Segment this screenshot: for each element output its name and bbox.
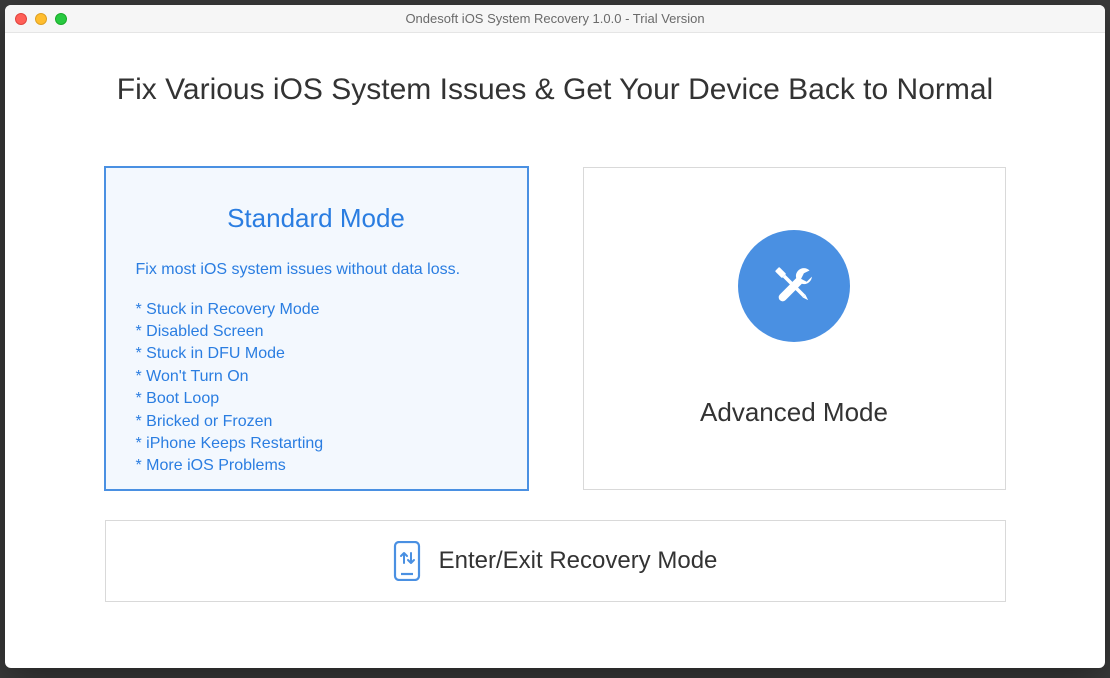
tools-icon bbox=[738, 230, 850, 342]
mode-cards-row: Standard Mode Fix most iOS system issues… bbox=[65, 167, 1045, 490]
advanced-mode-card[interactable]: Advanced Mode bbox=[583, 167, 1006, 490]
list-item: * Stuck in DFU Mode bbox=[136, 343, 497, 365]
standard-mode-card[interactable]: Standard Mode Fix most iOS system issues… bbox=[105, 167, 528, 490]
list-item: * Stuck in Recovery Mode bbox=[136, 299, 497, 321]
recovery-mode-button[interactable]: Enter/Exit Recovery Mode bbox=[105, 520, 1006, 602]
list-item: * More iOS Problems bbox=[136, 455, 497, 477]
page-title: Fix Various iOS System Issues & Get Your… bbox=[65, 73, 1045, 107]
traffic-lights bbox=[15, 13, 67, 25]
list-item: * Bricked or Frozen bbox=[136, 411, 497, 433]
main-content: Fix Various iOS System Issues & Get Your… bbox=[5, 33, 1105, 632]
phone-arrows-icon bbox=[393, 541, 421, 581]
standard-mode-description: Fix most iOS system issues without data … bbox=[136, 259, 497, 281]
minimize-button[interactable] bbox=[35, 13, 47, 25]
list-item: * Disabled Screen bbox=[136, 321, 497, 343]
advanced-mode-title: Advanced Mode bbox=[700, 397, 888, 428]
zoom-button[interactable] bbox=[55, 13, 67, 25]
list-item: * Won't Turn On bbox=[136, 366, 497, 388]
list-item: * Boot Loop bbox=[136, 388, 497, 410]
standard-mode-title: Standard Mode bbox=[136, 203, 497, 234]
standard-mode-list: * Stuck in Recovery Mode * Disabled Scre… bbox=[136, 299, 497, 478]
titlebar: Ondesoft iOS System Recovery 1.0.0 - Tri… bbox=[5, 5, 1105, 33]
close-button[interactable] bbox=[15, 13, 27, 25]
window-title: Ondesoft iOS System Recovery 1.0.0 - Tri… bbox=[15, 11, 1095, 26]
list-item: * iPhone Keeps Restarting bbox=[136, 433, 497, 455]
app-window: Ondesoft iOS System Recovery 1.0.0 - Tri… bbox=[5, 5, 1105, 668]
recovery-mode-label: Enter/Exit Recovery Mode bbox=[439, 547, 718, 575]
